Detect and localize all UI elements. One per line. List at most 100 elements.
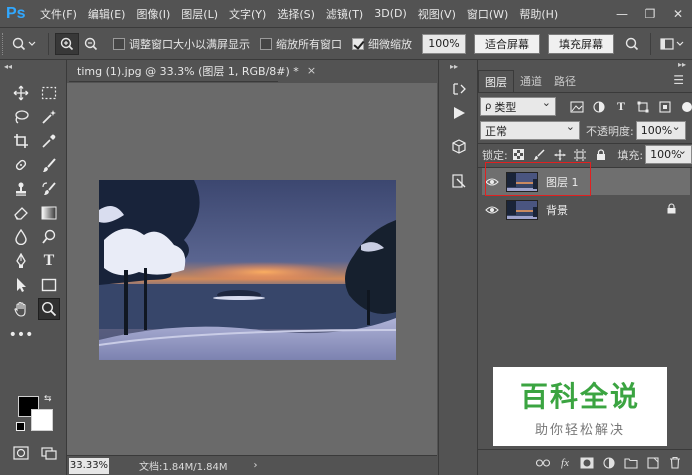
scrubby-zoom-checkbox-box[interactable]: [352, 37, 364, 50]
history-panel-icon[interactable]: [448, 78, 470, 100]
panel-collapse-icon[interactable]: ▸▸: [678, 60, 686, 69]
dodge-tool-icon[interactable]: [38, 226, 60, 248]
new-layer-icon[interactable]: [642, 456, 664, 469]
menu-file[interactable]: 文件(F): [40, 6, 77, 22]
zoom-percent-field[interactable]: 100%: [422, 33, 466, 54]
swap-colors-icon[interactable]: ⇆: [44, 394, 52, 404]
add-mask-icon[interactable]: [576, 457, 598, 469]
menu-layer[interactable]: 图层(L): [181, 6, 218, 22]
menu-image[interactable]: 图像(I): [136, 6, 170, 22]
lock-transparent-pixels-icon[interactable]: [510, 146, 527, 164]
menu-edit[interactable]: 编辑(E): [88, 6, 126, 22]
magic-wand-tool-icon[interactable]: [38, 106, 60, 128]
properties-panel-icon[interactable]: [448, 170, 470, 192]
watermark-logo: 百科全说 助你轻松解决: [493, 367, 667, 446]
background-color-swatch[interactable]: [31, 409, 53, 431]
document-tab-close-icon[interactable]: ×: [307, 64, 316, 77]
crop-tool-icon[interactable]: [10, 130, 32, 152]
strip-collapse-icon[interactable]: ▸▸: [450, 62, 458, 71]
blend-mode-dropdown[interactable]: 正常: [480, 120, 580, 140]
filter-adjustment-icon[interactable]: [590, 98, 608, 116]
zoom-out-icon[interactable]: [79, 33, 103, 55]
history-brush-tool-icon[interactable]: [38, 178, 60, 200]
marquee-tool-icon[interactable]: [38, 82, 60, 104]
lock-all-icon[interactable]: [593, 146, 610, 164]
search-icon[interactable]: [620, 33, 644, 55]
menu-select[interactable]: 选择(S): [277, 6, 315, 22]
scrubby-zoom-checkbox[interactable]: 细微缩放: [352, 36, 412, 52]
delete-layer-icon[interactable]: [664, 456, 686, 469]
tab-channels[interactable]: 通道: [514, 70, 548, 92]
path-selection-tool-icon[interactable]: [10, 274, 32, 296]
eyedropper-tool-icon[interactable]: [38, 130, 60, 152]
layer-visibility-eye-icon[interactable]: [482, 205, 502, 215]
status-menu-arrow-icon[interactable]: ›: [254, 460, 258, 471]
rectangle-tool-icon[interactable]: [38, 274, 60, 296]
zoom-in-icon[interactable]: [55, 32, 79, 55]
filter-smart-object-icon[interactable]: [656, 98, 674, 116]
options-separator-2: [650, 32, 651, 55]
filter-pixel-icon[interactable]: [568, 98, 586, 116]
restore-button[interactable]: ❐: [636, 0, 664, 27]
zoom-level-field[interactable]: 33.33%: [69, 457, 109, 474]
layer-style-icon[interactable]: fx: [554, 457, 576, 469]
brush-tool-icon[interactable]: [38, 154, 60, 176]
zoom-all-checkbox-box[interactable]: [260, 37, 272, 50]
document-canvas-image[interactable]: [99, 180, 396, 360]
link-layers-icon[interactable]: [532, 458, 554, 467]
zoom-all-checkbox[interactable]: 缩放所有窗口: [260, 36, 342, 52]
layer-filter-dropdown[interactable]: ρ 类型: [480, 96, 556, 116]
lasso-tool-icon[interactable]: [10, 106, 32, 128]
fill-label: 填充:: [617, 148, 644, 162]
actions-panel-icon[interactable]: [448, 102, 470, 124]
fill-screen-button[interactable]: 填充屏幕: [548, 33, 614, 54]
healing-brush-tool-icon[interactable]: [10, 154, 32, 176]
lock-position-icon[interactable]: [551, 146, 568, 164]
eraser-tool-icon[interactable]: [10, 202, 32, 224]
close-button[interactable]: ✕: [664, 0, 692, 27]
menu-help[interactable]: 帮助(H): [519, 6, 558, 22]
opacity-field[interactable]: 100%: [635, 120, 686, 140]
minimize-button[interactable]: —: [608, 0, 636, 27]
screen-mode-icon[interactable]: [38, 442, 60, 464]
menu-view[interactable]: 视图(V): [418, 6, 456, 22]
filter-type-icon[interactable]: T: [612, 98, 630, 116]
move-tool-icon[interactable]: [10, 82, 32, 104]
zoom-tool-preset-icon[interactable]: [8, 33, 42, 55]
3d-panel-icon[interactable]: [448, 136, 470, 158]
menu-3d[interactable]: 3D(D): [374, 7, 407, 20]
zoom-tool-icon[interactable]: [38, 298, 60, 320]
menu-type[interactable]: 文字(Y): [229, 6, 266, 22]
clone-stamp-tool-icon[interactable]: [10, 178, 32, 200]
workspace-switcher-icon[interactable]: [657, 33, 689, 55]
new-group-icon[interactable]: [620, 457, 642, 469]
filter-search-icon: ρ: [485, 101, 492, 112]
gradient-tool-icon[interactable]: [38, 202, 60, 224]
document-tab[interactable]: timg (1).jpg @ 33.3% (图层 1, RGB/8#) * ×: [69, 60, 316, 82]
blur-tool-icon[interactable]: [10, 226, 32, 248]
tab-layers[interactable]: 图层: [478, 70, 514, 92]
tab-paths[interactable]: 路径: [548, 70, 582, 92]
menu-window[interactable]: 窗口(W): [467, 6, 508, 22]
filter-toggle-icon[interactable]: [682, 101, 692, 112]
more-tools-icon[interactable]: •••: [9, 324, 34, 346]
resize-windows-checkbox[interactable]: 调整窗口大小以满屏显示: [113, 36, 250, 52]
hand-tool-icon[interactable]: [10, 298, 32, 320]
lock-image-pixels-icon[interactable]: [530, 146, 547, 164]
fit-screen-button[interactable]: 适合屏幕: [474, 33, 540, 54]
fill-field[interactable]: 100%: [645, 144, 692, 164]
adjustment-layer-icon[interactable]: [598, 456, 620, 469]
panel-menu-icon[interactable]: ☰: [673, 73, 684, 87]
layer-row-background[interactable]: 背景: [482, 196, 690, 223]
pen-tool-icon[interactable]: [10, 250, 32, 272]
lock-artboard-icon[interactable]: [572, 146, 589, 164]
resize-windows-checkbox-box[interactable]: [113, 37, 125, 50]
menu-filter[interactable]: 滤镜(T): [326, 6, 363, 22]
toolbox-collapse-icon[interactable]: ◂◂: [4, 62, 12, 71]
default-colors-icon[interactable]: [16, 422, 25, 431]
filter-shape-icon[interactable]: [634, 98, 652, 116]
type-tool-icon[interactable]: T: [38, 250, 60, 272]
quick-mask-icon[interactable]: [10, 442, 32, 464]
panel-tabs: 图层 通道 路径: [478, 70, 692, 92]
collapsed-panel-strip: ▸▸: [438, 60, 478, 475]
